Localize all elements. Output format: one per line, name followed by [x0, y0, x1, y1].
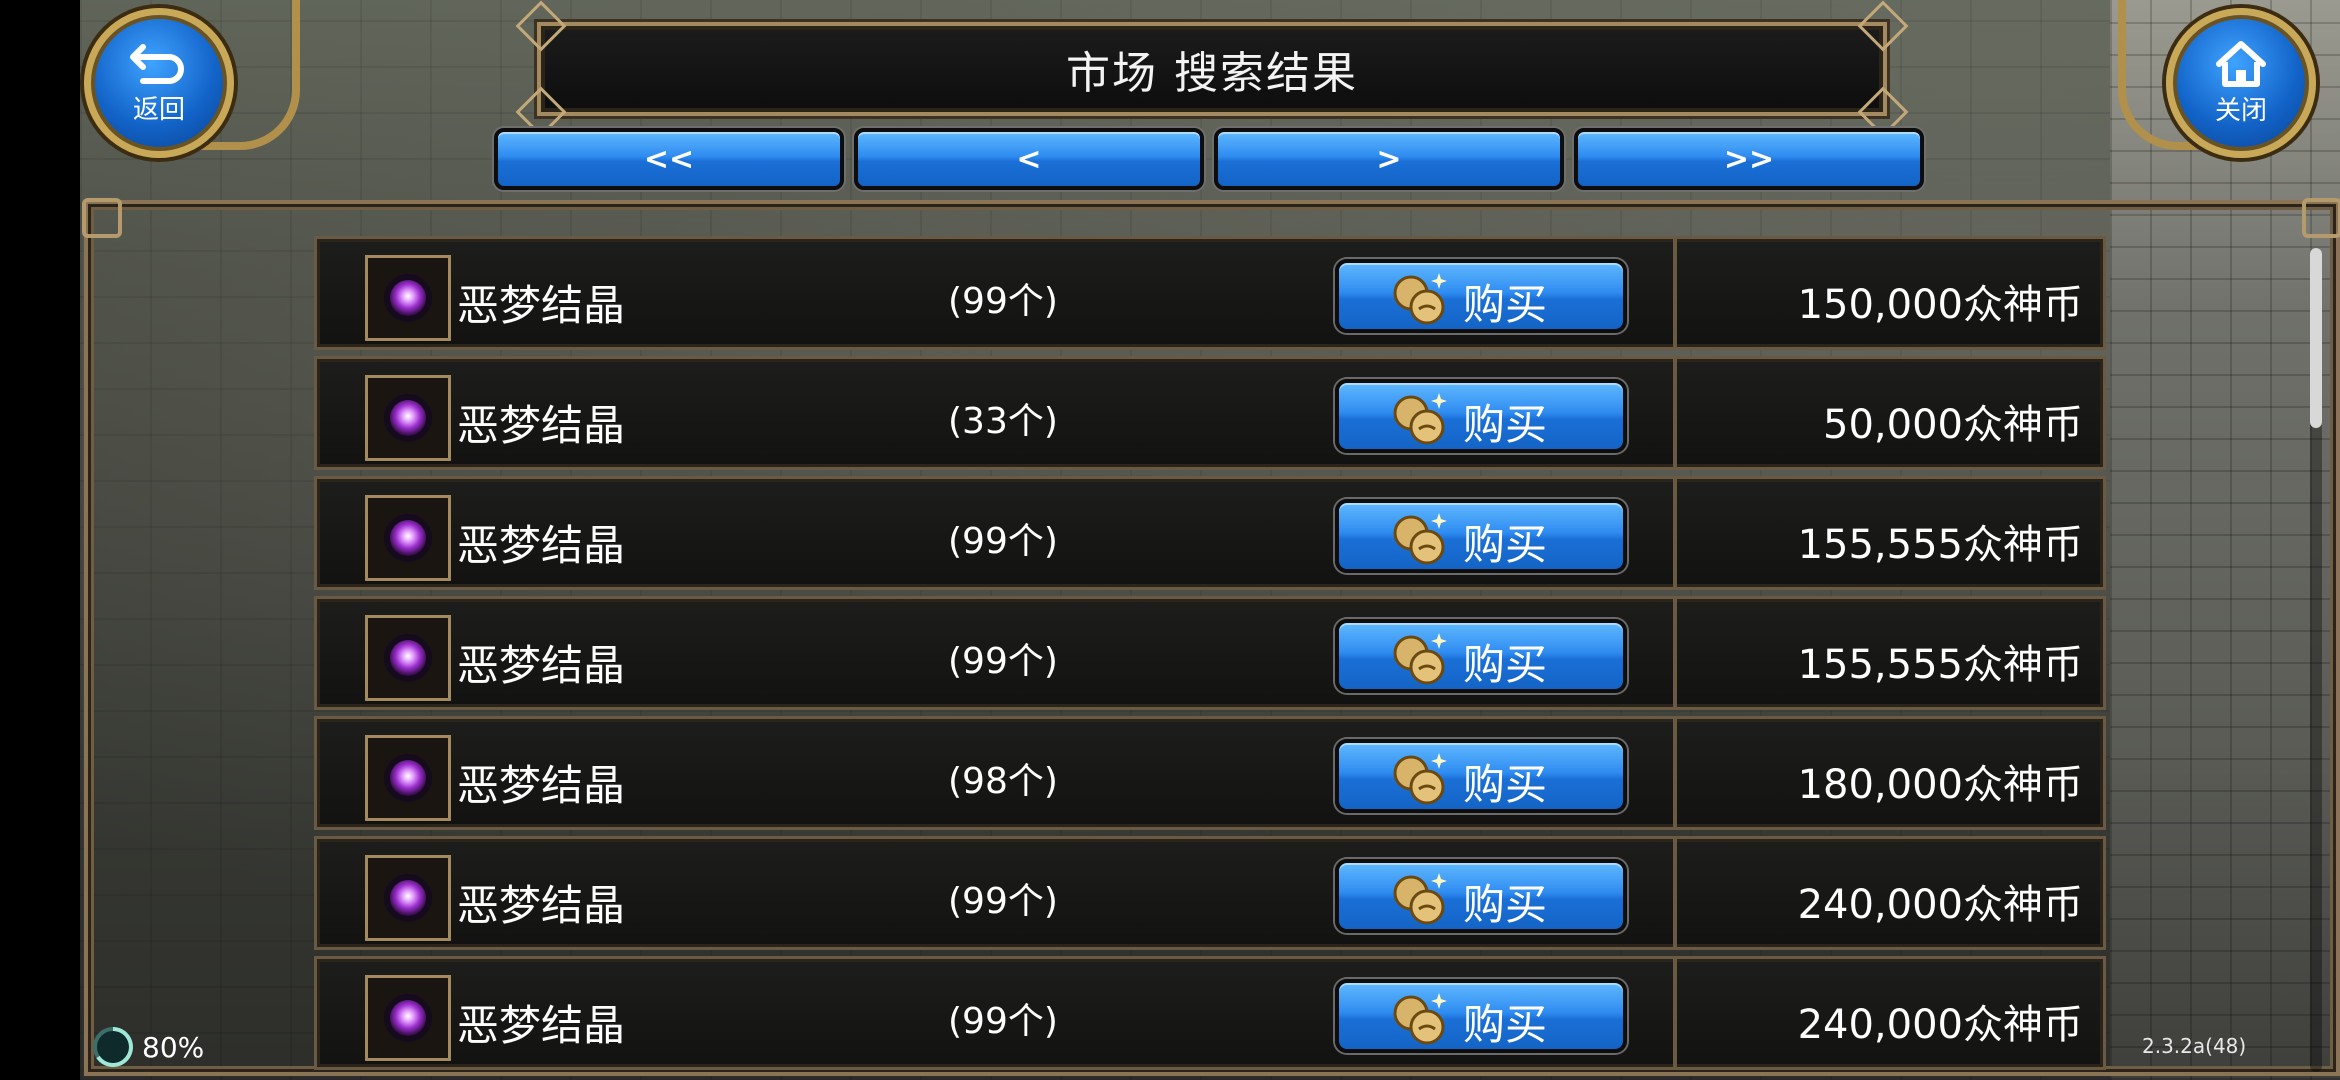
battery-indicator: 80% [90, 1024, 204, 1070]
buy-button[interactable]: 购买 [1335, 859, 1627, 933]
listing-row: 恶梦结晶 (99个) 购买 240,000众神币 [314, 956, 2106, 1070]
coin-icon [1393, 513, 1447, 565]
item-quantity: (99个) [948, 521, 1058, 562]
purple-orb-icon [384, 994, 432, 1042]
coin-icon [1393, 273, 1447, 325]
buy-button-label: 购买 [1463, 880, 1548, 929]
listing-list[interactable]: 恶梦结晶 (99个) 购买 150,000众神币 恶梦结晶 (33个) 购买 5… [314, 236, 2106, 1072]
back-button[interactable]: 返回 [84, 8, 234, 158]
buy-button-label: 购买 [1463, 520, 1548, 569]
item-icon-slot[interactable] [365, 375, 451, 461]
item-quantity: (98个) [948, 761, 1058, 802]
home-icon [2216, 40, 2266, 87]
purple-orb-icon [384, 874, 432, 922]
item-icon-slot[interactable] [365, 615, 451, 701]
item-quantity: (99个) [948, 1001, 1058, 1042]
purple-orb-icon [384, 514, 432, 562]
item-name: 恶梦结晶 [457, 641, 626, 690]
buy-button[interactable]: 购买 [1335, 619, 1627, 693]
item-icon-slot[interactable] [365, 495, 451, 581]
item-name: 恶梦结晶 [457, 881, 626, 930]
page-title: 市场 搜索结果 [1066, 48, 1358, 99]
buy-button[interactable]: 购买 [1335, 739, 1627, 813]
item-quantity: (99个) [948, 281, 1058, 322]
coin-icon [1393, 753, 1447, 805]
scrollbar[interactable] [2310, 248, 2322, 1072]
item-icon-slot[interactable] [365, 975, 451, 1061]
item-name: 恶梦结晶 [457, 1001, 626, 1050]
column-divider [1673, 359, 1677, 467]
listing-row: 恶梦结晶 (98个) 购买 180,000众神币 [314, 716, 2106, 830]
last-page-button[interactable]: >> [1574, 128, 1924, 190]
column-divider [1673, 239, 1677, 347]
buy-button-label: 购买 [1463, 400, 1548, 449]
item-price: 50,000众神币 [1823, 402, 2083, 448]
buy-button[interactable]: 购买 [1335, 259, 1627, 333]
column-divider [1673, 839, 1677, 947]
item-price: 150,000众神币 [1797, 282, 2083, 328]
battery-percent: 80% [142, 1030, 205, 1064]
item-price: 155,555众神币 [1797, 642, 2083, 688]
purple-orb-icon [384, 634, 432, 682]
item-quantity: (99个) [948, 641, 1058, 682]
battery-ring-icon [93, 1027, 133, 1067]
item-price: 240,000众神币 [1797, 882, 2083, 928]
item-name: 恶梦结晶 [457, 761, 626, 810]
item-name: 恶梦结晶 [457, 521, 626, 570]
item-icon-slot[interactable] [365, 855, 451, 941]
buy-button-label: 购买 [1463, 760, 1548, 809]
item-icon-slot[interactable] [365, 735, 451, 821]
column-divider [1673, 959, 1677, 1067]
buy-button[interactable]: 购买 [1335, 379, 1627, 453]
back-arrow-icon [130, 43, 184, 84]
close-button-label: 关闭 [2214, 95, 2267, 126]
item-name: 恶梦结晶 [457, 401, 626, 450]
buy-button-label: 购买 [1463, 640, 1548, 689]
item-price: 155,555众神币 [1797, 522, 2083, 568]
listing-row: 恶梦结晶 (99个) 购买 155,555众神币 [314, 596, 2106, 710]
frame-ornament [82, 198, 122, 238]
item-price: 240,000众神币 [1797, 1002, 2083, 1048]
item-quantity: (99个) [948, 881, 1058, 922]
listing-row: 恶梦结晶 (33个) 购买 50,000众神币 [314, 356, 2106, 470]
item-quantity: (33个) [948, 401, 1058, 442]
version-label: 2.3.2a(48) [2142, 1034, 2247, 1058]
column-divider [1673, 479, 1677, 587]
prev-page-button[interactable]: < [854, 128, 1204, 190]
item-name: 恶梦结晶 [457, 281, 626, 330]
item-icon-slot[interactable] [365, 255, 451, 341]
scrollbar-thumb[interactable] [2310, 248, 2322, 428]
column-divider [1673, 599, 1677, 707]
next-page-button[interactable]: > [1214, 128, 1564, 190]
buy-button[interactable]: 购买 [1335, 979, 1627, 1053]
coin-icon [1393, 873, 1447, 925]
listing-row: 恶梦结晶 (99个) 购买 155,555众神币 [314, 476, 2106, 590]
coin-icon [1393, 393, 1447, 445]
back-button-label: 返回 [132, 94, 185, 125]
first-page-button[interactable]: << [494, 128, 844, 190]
column-divider [1673, 719, 1677, 827]
purple-orb-icon [384, 274, 432, 322]
buy-button-label: 购买 [1463, 1000, 1548, 1049]
coin-icon [1393, 993, 1447, 1045]
coin-icon [1393, 633, 1447, 685]
listing-row: 恶梦结晶 (99个) 购买 150,000众神币 [314, 236, 2106, 350]
frame-ornament [2302, 198, 2340, 238]
title-bar: 市场 搜索结果 [515, 0, 1909, 138]
purple-orb-icon [384, 394, 432, 442]
purple-orb-icon [384, 754, 432, 802]
buy-button[interactable]: 购买 [1335, 499, 1627, 573]
listing-row: 恶梦结晶 (99个) 购买 240,000众神币 [314, 836, 2106, 950]
buy-button-label: 购买 [1463, 280, 1548, 329]
close-button[interactable]: 关闭 [2166, 8, 2316, 158]
item-price: 180,000众神币 [1797, 762, 2083, 808]
